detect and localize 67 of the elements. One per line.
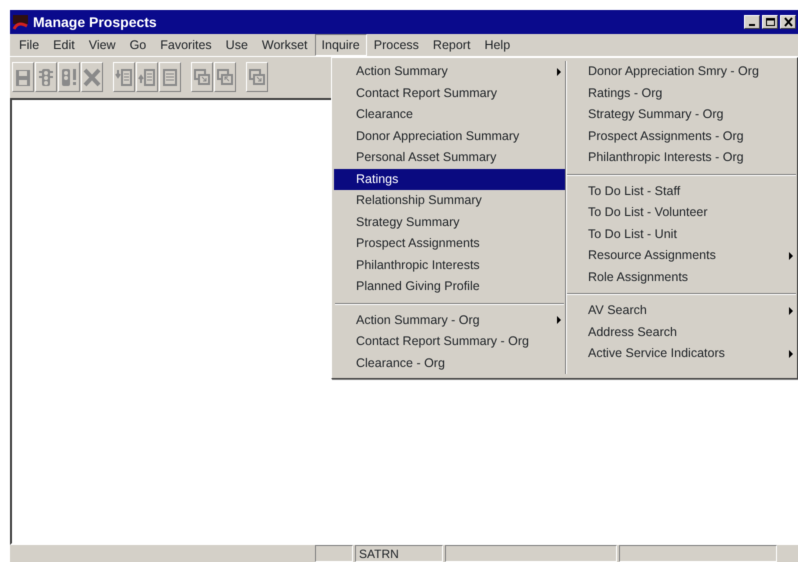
close-icon <box>784 17 792 27</box>
menu-item[interactable]: Planned Giving Profile <box>334 276 565 298</box>
menu-item[interactable]: Clearance <box>334 104 565 126</box>
list-icon <box>160 66 180 86</box>
maximize-button[interactable] <box>762 15 778 29</box>
minimize-icon <box>749 24 755 26</box>
toolbar-button[interactable] <box>35 62 57 92</box>
maximize-icon <box>766 18 774 26</box>
menu-item[interactable]: Donor Appreciation Summary <box>334 126 565 147</box>
menu-item[interactable]: To Do List - Volunteer <box>566 202 797 224</box>
menu-item[interactable]: AV Search <box>566 300 797 322</box>
menu-item[interactable]: View <box>82 34 123 56</box>
menu-item[interactable]: Personal Asset Summary <box>334 147 565 168</box>
menu-item[interactable]: Relationship Summary <box>334 190 565 212</box>
menu-item[interactable]: Prospect Assignments <box>334 233 565 254</box>
menu-item[interactable]: Report <box>426 34 478 56</box>
menu-item[interactable]: To Do List - Unit <box>566 224 797 245</box>
menu-item[interactable]: Resource Assignments <box>566 245 797 266</box>
toolbar-button[interactable] <box>12 62 34 92</box>
menu-item[interactable]: Clearance - Org <box>334 352 565 374</box>
menu-item[interactable]: Inquire <box>314 34 367 56</box>
menu-item[interactable]: Philanthropic Interests <box>334 254 565 276</box>
menu-item[interactable]: Address Search <box>566 322 797 343</box>
window-title: Manage Prospects <box>33 12 158 32</box>
menu-item[interactable]: Role Assignments <box>566 266 797 288</box>
menu-item[interactable]: Help <box>477 34 518 56</box>
menu-item[interactable]: Contact Report Summary - Org <box>334 331 565 352</box>
toolbar-button[interactable] <box>214 62 236 92</box>
menu-item[interactable]: Workset <box>254 34 315 56</box>
menu-item[interactable]: Strategy Summary - Org <box>566 104 797 126</box>
menu-item[interactable]: Contact Report Summary <box>334 82 565 104</box>
delete-icon <box>82 66 102 86</box>
minimize-button[interactable] <box>744 15 760 29</box>
menu-item[interactable]: Philanthropic Interests - Org <box>566 147 797 168</box>
menu-item[interactable]: Process <box>366 34 426 56</box>
menu-item[interactable]: Ratings <box>334 168 565 190</box>
menu-item[interactable]: To Do List - Staff <box>566 180 797 202</box>
menu-item[interactable]: Use <box>218 34 255 56</box>
menu-item[interactable]: Action Summary - Org <box>334 310 565 331</box>
toolbar-button[interactable] <box>191 62 213 92</box>
status-panel: SATRN <box>355 545 443 562</box>
app-logo-icon <box>12 14 29 30</box>
toolbar-button[interactable] <box>246 62 268 92</box>
toolbar-button[interactable] <box>58 62 80 92</box>
status-panel <box>315 545 353 562</box>
close-button[interactable] <box>780 15 796 29</box>
menu-item[interactable]: Prospect Assignments - Org <box>566 126 797 147</box>
menu-item[interactable]: File <box>12 34 46 56</box>
traffic-light-icon <box>36 66 56 86</box>
toolbar-button[interactable] <box>159 62 181 92</box>
menu-item[interactable]: Action Summary <box>334 61 565 82</box>
windows-icon <box>215 66 235 86</box>
menu-item[interactable]: Favorites <box>153 34 219 56</box>
toolbar-button[interactable] <box>136 62 158 92</box>
menu-item[interactable]: Strategy Summary <box>334 212 565 233</box>
insert-row-icon <box>137 66 157 86</box>
toolbar-button[interactable] <box>113 62 135 92</box>
menu-item[interactable]: Edit <box>46 34 82 56</box>
menu-item[interactable]: Ratings - Org <box>566 82 797 104</box>
windows-icon <box>247 66 267 86</box>
toolbar-button[interactable] <box>81 62 103 92</box>
insert-row-icon <box>114 66 134 86</box>
menu-item[interactable]: Go <box>122 34 154 56</box>
windows-icon <box>192 66 212 86</box>
traffic-light-alert-icon <box>59 66 79 86</box>
menu-item[interactable]: Donor Appreciation Smry - Org <box>566 61 797 82</box>
menu-item[interactable]: Active Service Indicators <box>566 343 797 364</box>
